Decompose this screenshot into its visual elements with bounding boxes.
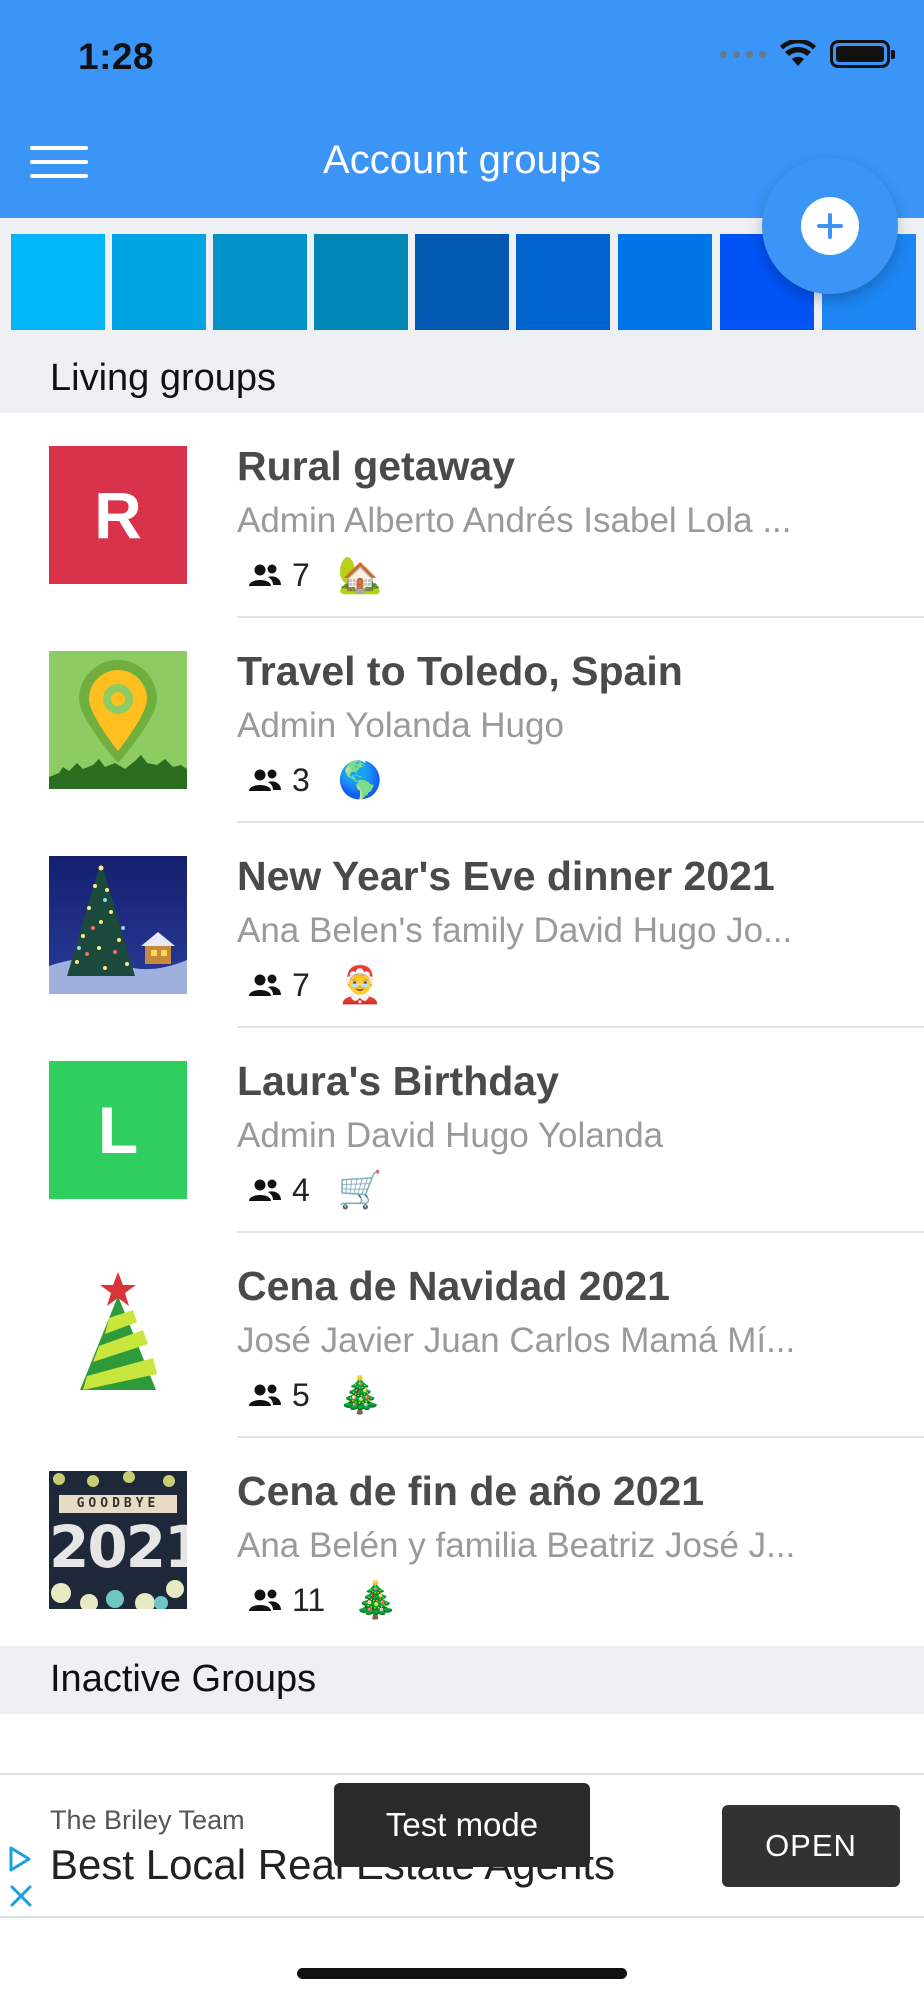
group-row[interactable]: Cena de Navidad 2021 José Javier Juan Ca… [0, 1233, 924, 1438]
group-members: Admin Yolanda Hugo [237, 706, 564, 745]
section-header-living: Living groups [0, 345, 924, 413]
group-meta: 3 🌎 [248, 756, 383, 804]
group-row[interactable]: New Year's Eve dinner 2021 Ana Belen's f… [0, 823, 924, 1028]
group-avatar [49, 1266, 187, 1404]
add-group-button[interactable] [762, 158, 898, 294]
group-row[interactable]: L Laura's Birthday Admin David Hugo Yola… [0, 1028, 924, 1233]
group-row[interactable]: Travel to Toledo, Spain Admin Yolanda Hu… [0, 618, 924, 823]
home-indicator[interactable] [297, 1968, 627, 1979]
people-icon [249, 564, 281, 586]
group-members: Ana Belen's family David Hugo Jo... [237, 911, 793, 950]
group-avatar [49, 651, 187, 789]
member-count: 3 [292, 761, 310, 798]
people-icon [249, 1384, 281, 1406]
group-members: Ana Belén y familia Beatriz José J... [237, 1526, 796, 1565]
group-name: Cena de fin de año 2021 [237, 1468, 705, 1514]
group-meta: 4 🛒 [248, 1166, 383, 1214]
color-swatch[interactable] [213, 234, 307, 330]
group-meta: 7 🤶 [248, 961, 383, 1009]
group-category-icon: 🏡 [337, 554, 383, 595]
ad-choices-icon[interactable] [8, 1845, 32, 1873]
group-letter-avatar: L [49, 1061, 187, 1199]
group-avatar: GOODBYE 2021 [49, 1471, 187, 1609]
color-swatch[interactable] [618, 234, 712, 330]
group-name: Cena de Navidad 2021 [237, 1263, 670, 1309]
battery-icon [830, 40, 895, 68]
member-count: 7 [292, 556, 310, 593]
section-title: Living groups [50, 357, 277, 399]
people-icon [249, 1179, 281, 1201]
member-count: 4 [292, 1171, 310, 1208]
group-name: New Year's Eve dinner 2021 [237, 853, 775, 899]
group-meta: 7 🏡 [248, 551, 383, 599]
ad-close-icon[interactable] [8, 1883, 34, 1909]
group-avatar: R [49, 446, 187, 584]
group-members: Admin David Hugo Yolanda [237, 1116, 664, 1155]
color-swatch[interactable] [314, 234, 408, 330]
section-title: Inactive Groups [50, 1658, 317, 1700]
group-meta: 11 🎄 [248, 1576, 398, 1624]
group-name: Rural getaway [237, 443, 515, 489]
plus-icon [801, 197, 859, 255]
ad-advertiser: The Briley Team [50, 1805, 245, 1835]
group-category-icon: 🌎 [337, 759, 383, 800]
status-icons [720, 40, 895, 68]
color-swatch[interactable] [516, 234, 610, 330]
group-category-icon: 🎄 [353, 1579, 399, 1620]
group-name: Laura's Birthday [237, 1058, 559, 1104]
photo-caption-year: 2021 [49, 1513, 187, 1581]
group-meta: 5 🎄 [248, 1371, 383, 1419]
color-swatch[interactable] [11, 234, 105, 330]
status-time: 1:28 [78, 36, 155, 77]
group-row[interactable]: GOODBYE 2021 Cena de fin de año 2021 Ana… [0, 1438, 924, 1643]
group-name: Travel to Toledo, Spain [237, 648, 683, 694]
member-count: 11 [292, 1581, 326, 1618]
member-count: 5 [292, 1376, 310, 1413]
wifi-icon [780, 40, 816, 66]
section-header-inactive: Inactive Groups [0, 1646, 924, 1714]
group-avatar [49, 856, 187, 994]
group-category-icon: 🤶 [337, 964, 383, 1005]
group-avatar: L [49, 1061, 187, 1199]
group-category-icon: 🛒 [337, 1169, 383, 1210]
ad-open-button[interactable]: OPEN [722, 1805, 900, 1887]
christmas-tree-photo [49, 856, 187, 994]
group-members: José Javier Juan Carlos Mamá Mí... [237, 1321, 796, 1360]
color-swatch[interactable] [415, 234, 509, 330]
map-pin-icon [49, 651, 187, 789]
christmas-tree-icon [49, 1266, 187, 1404]
group-letter-avatar: R [49, 446, 187, 584]
people-icon [249, 974, 281, 996]
photo-caption-top: GOODBYE [76, 1496, 160, 1511]
group-category-icon: 🎄 [337, 1374, 383, 1415]
member-count: 7 [292, 966, 310, 1003]
group-members: Admin Alberto Andrés Isabel Lola ... [237, 501, 792, 540]
group-row[interactable]: R Rural getaway Admin Alberto Andrés Isa… [0, 413, 924, 618]
people-icon [249, 769, 281, 791]
cellular-signal-icon [720, 50, 766, 58]
people-icon [249, 1589, 281, 1611]
test-mode-toast: Test mode [334, 1783, 590, 1867]
color-swatch[interactable] [112, 234, 206, 330]
